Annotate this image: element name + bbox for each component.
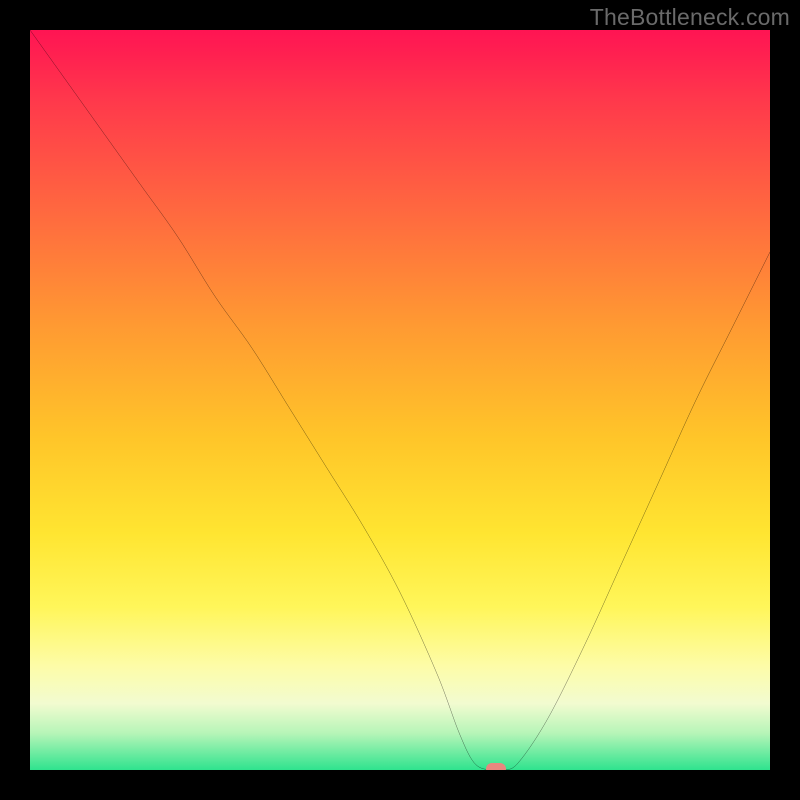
chart-frame: TheBottleneck.com bbox=[0, 0, 800, 800]
bottleneck-curve bbox=[30, 30, 770, 770]
optimum-marker bbox=[486, 763, 506, 770]
watermark-text: TheBottleneck.com bbox=[590, 4, 790, 31]
curve-svg bbox=[30, 30, 770, 770]
plot-area bbox=[30, 30, 770, 770]
